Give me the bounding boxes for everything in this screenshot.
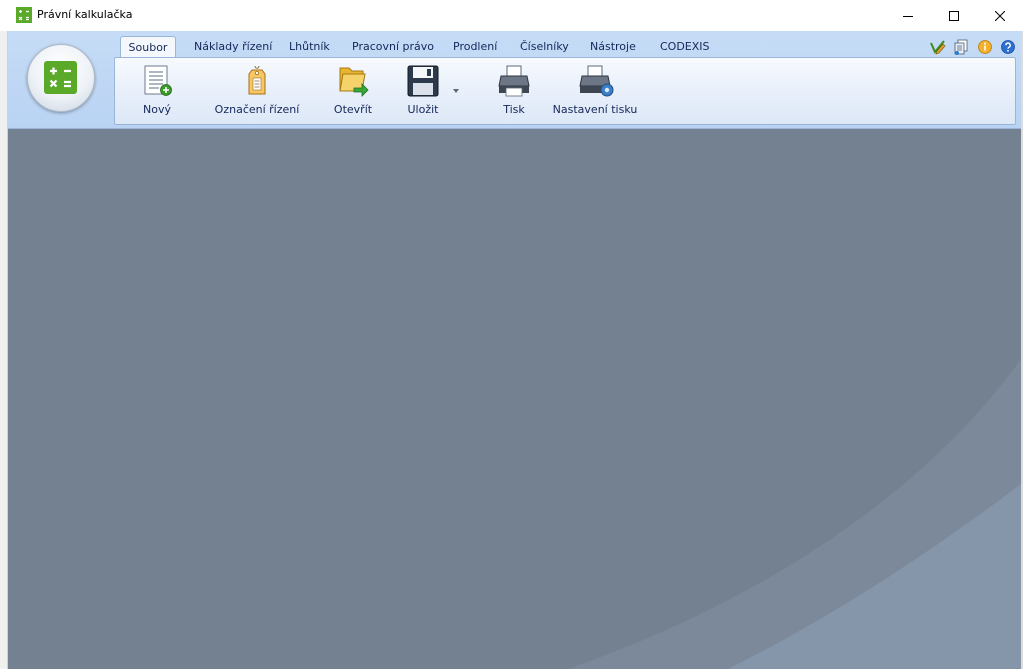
- documents-icon[interactable]: [953, 39, 969, 55]
- edit-pencil-icon[interactable]: [930, 39, 946, 55]
- minimize-button[interactable]: [885, 0, 931, 31]
- tab-pracovni-pravo[interactable]: Pracovní právo: [352, 36, 434, 57]
- print-button[interactable]: Tisk: [494, 64, 534, 120]
- new-document-icon: [141, 64, 173, 101]
- close-button[interactable]: [977, 0, 1023, 31]
- open-button-label: Otevřít: [333, 103, 373, 116]
- minimize-icon: [903, 15, 913, 17]
- calculator-icon: [16, 7, 32, 23]
- new-button-label: Nový: [143, 103, 171, 116]
- print-settings-button-label: Nastavení tisku: [552, 103, 638, 116]
- tag-icon: [243, 64, 271, 101]
- close-icon: [995, 10, 1005, 21]
- window-left-border: [0, 31, 8, 669]
- window-title: Právní kalkulačka: [37, 8, 133, 21]
- open-folder-icon: [337, 64, 371, 101]
- tab-ciselniky[interactable]: Číselníky: [520, 36, 569, 57]
- info-icon[interactable]: [977, 39, 993, 55]
- app-window: Právní kalkulačka Soubor Náklady řízení …: [0, 0, 1023, 669]
- print-button-label: Tisk: [503, 103, 525, 116]
- save-dropdown-arrow[interactable]: [451, 86, 461, 96]
- save-button[interactable]: Uložit: [403, 64, 443, 120]
- case-label-button[interactable]: Označení řízení: [215, 64, 299, 120]
- tab-nastroje[interactable]: Nástroje: [590, 36, 636, 57]
- workspace-background-swoosh: [568, 359, 1021, 669]
- ribbon: Soubor Náklady řízení Lhůtník Pracovní p…: [8, 31, 1021, 129]
- new-button[interactable]: Nový: [137, 64, 177, 120]
- maximize-button[interactable]: [931, 0, 977, 31]
- tab-naklady-rizeni[interactable]: Náklady řízení: [194, 36, 272, 57]
- print-settings-button[interactable]: Nastavení tisku: [553, 64, 637, 120]
- tab-lhutnik[interactable]: Lhůtník: [289, 36, 330, 57]
- application-menu-button[interactable]: [27, 44, 95, 112]
- save-floppy-icon: [406, 64, 440, 101]
- save-button-label: Uložit: [407, 103, 439, 116]
- help-icon[interactable]: [1000, 39, 1016, 55]
- case-label-button-label: Označení řízení: [214, 103, 300, 116]
- open-button[interactable]: Otevřít: [333, 64, 373, 120]
- tab-prodleni[interactable]: Prodlení: [453, 36, 497, 57]
- maximize-icon: [949, 10, 959, 21]
- ribbon-panel-soubor: Nový Označení řízení Otevřít Uložit Tisk…: [114, 57, 1016, 125]
- tab-codexis[interactable]: CODEXIS: [660, 36, 710, 57]
- chevron-down-icon: [453, 89, 459, 93]
- printer-settings-icon: [578, 64, 616, 101]
- workspace-area: [8, 129, 1021, 669]
- printer-icon: [497, 64, 531, 101]
- tab-soubor[interactable]: Soubor: [120, 36, 176, 58]
- title-bar: Právní kalkulačka: [0, 0, 1023, 31]
- calculator-icon: [44, 61, 77, 94]
